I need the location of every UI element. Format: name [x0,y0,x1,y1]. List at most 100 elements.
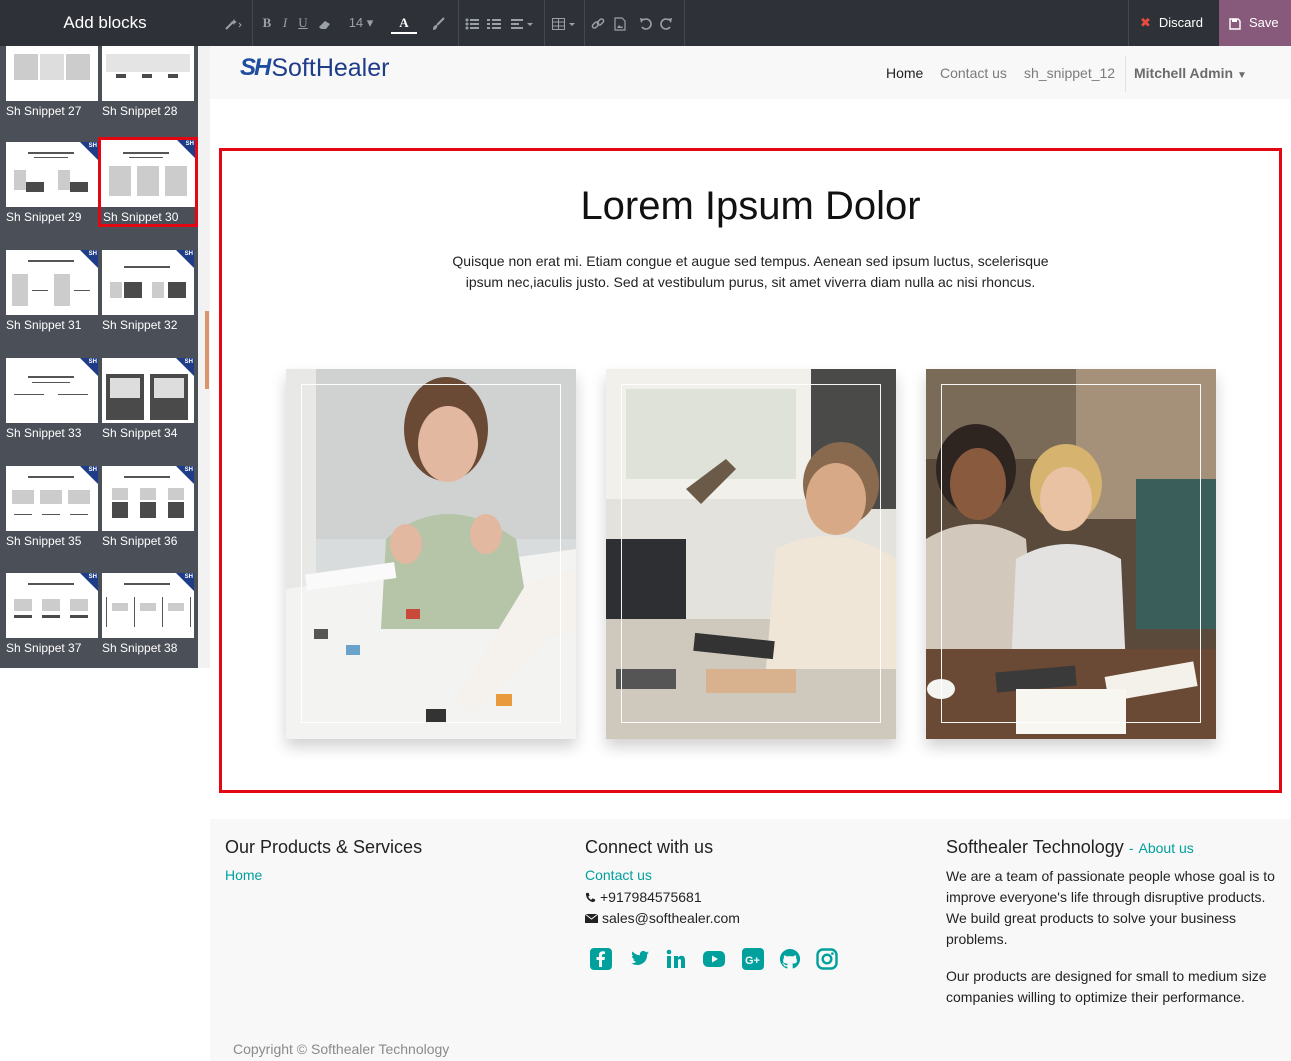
snippet-34[interactable]: SH Sh Snippet 34 [102,358,194,440]
numbered-list-icon[interactable] [486,12,502,34]
snippet-28[interactable]: Sh Snippet 28 [102,46,194,118]
selected-snippet-section[interactable]: Lorem Ipsum Dolor Quisque non erat mi. E… [219,148,1282,793]
snippet-29[interactable]: SH Sh Snippet 29 [6,142,98,224]
footer-link-contact-us[interactable]: Contact us [585,867,652,883]
footer-about-paragraph-2: Our products are designed for small to m… [946,968,1267,1005]
snippet-thumbnail: SH [6,573,98,638]
snippet-thumbnail [6,46,98,101]
snippet-label: Sh Snippet 37 [6,641,82,655]
svg-text:G+: G+ [745,955,760,967]
footer-about-paragraph-1: We are a team of passionate people whose… [946,868,1275,947]
phone-icon [585,892,596,903]
google-plus-icon[interactable]: G+ [741,947,765,971]
snippet-list[interactable]: Sh Snippet 27 Sh Snippet 28 SH Sh Snippe… [0,46,210,668]
snippet-32[interactable]: SH Sh Snippet 32 [102,250,194,332]
snippet-label: Sh Snippet 34 [102,426,178,440]
softhealer-logo[interactable]: SH SoftHealer [240,54,389,82]
image-frame [301,384,561,723]
editor-toolbar: B I U 14 ▾ A ✖ Discard Save [210,0,1291,46]
team-image-card-3[interactable] [926,369,1216,739]
copyright-text: Copyright © Softhealer Technology [233,1041,450,1057]
footer-phone: +917984575681 [585,887,702,908]
snippet-thumbnail: SH [6,250,98,315]
footer-heading-products: Our Products & Services [225,837,423,857]
snippet-label: Sh Snippet 36 [102,534,178,548]
snippet-37[interactable]: SH Sh Snippet 37 [6,573,98,655]
snippet-label: Sh Snippet 31 [6,318,82,332]
nav-link-contact-us[interactable]: Contact us [940,65,1007,81]
bullet-list-icon[interactable] [464,12,480,34]
snippet-label: Sh Snippet 30 [103,210,179,224]
footer-link-about-us[interactable]: About us [1139,840,1194,856]
snippet-label: Sh Snippet 27 [6,104,82,118]
youtube-icon[interactable] [702,947,726,971]
snippet-36[interactable]: SH Sh Snippet 36 [102,466,194,548]
paintbrush-icon[interactable] [428,12,448,34]
close-icon: ✖ [1140,15,1151,30]
italic-icon[interactable]: I [278,12,292,34]
snippet-35[interactable]: SH Sh Snippet 35 [6,466,98,548]
snippet-38[interactable]: SH Sh Snippet 38 [102,573,194,655]
snippet-thumbnail: SH [6,358,98,423]
redo-icon[interactable] [658,12,674,34]
snippet-label: Sh Snippet 33 [6,426,82,440]
github-icon[interactable] [778,947,802,971]
discard-button[interactable]: ✖ Discard [1128,0,1219,46]
snippet-thumbnail: SH [6,142,98,207]
team-image-card-1[interactable] [286,369,576,739]
section-description: Quisque non erat mi. Etiam congue et aug… [452,253,1049,290]
panel-title: Add blocks [0,0,210,46]
footer-email: sales@softhealer.com [584,908,740,929]
instagram-icon[interactable] [815,947,839,971]
nav-link-home[interactable]: Home [886,65,923,81]
snippet-label: Sh Snippet 28 [102,104,178,118]
caret-down-icon: ▼ [1236,70,1247,81]
facebook-icon[interactable] [589,947,613,971]
site-footer: Our Products & Services Home Connect wit… [210,819,1291,1061]
website-preview: SH SoftHealer Home Contact us sh_snippet_… [210,46,1291,1061]
snippet-label: Sh Snippet 32 [102,318,178,332]
table-dropdown-icon[interactable] [550,12,578,34]
font-size-dropdown[interactable]: 14 ▾ [344,12,378,34]
section-title: Lorem Ipsum Dolor [580,184,921,228]
snippet-label: Sh Snippet 29 [6,210,82,224]
scrollbar-thumb[interactable] [205,311,209,389]
snippet-label: Sh Snippet 35 [6,534,82,548]
snippet-33[interactable]: SH Sh Snippet 33 [6,358,98,440]
image-frame [621,384,881,723]
snippet-thumbnail [102,46,194,101]
image-frame [941,384,1201,723]
envelope-icon [584,913,599,923]
nav-divider [1125,56,1126,92]
magic-wand-icon[interactable] [220,12,246,34]
linkedin-icon[interactable] [664,947,688,971]
snippet-27[interactable]: Sh Snippet 27 [6,46,98,118]
font-color-icon[interactable]: A [391,12,417,34]
align-dropdown-icon[interactable] [508,12,536,34]
floppy-disk-icon [1229,17,1241,30]
snippet-31[interactable]: SH Sh Snippet 31 [6,250,98,332]
bold-icon[interactable]: B [260,12,274,34]
nav-link-sh-snippet-12[interactable]: sh_snippet_12 [1024,65,1115,81]
underline-icon[interactable]: U [296,12,310,34]
snippet-thumbnail: SH [102,250,194,315]
snippet-thumbnail: SH [102,358,194,423]
link-icon[interactable] [590,12,606,34]
footer-link-home[interactable]: Home [225,867,262,883]
save-button[interactable]: Save [1219,0,1291,46]
snippet-30[interactable]: SH Sh Snippet 30 [98,137,198,227]
team-image-card-2[interactable] [606,369,896,739]
footer-heading-connect: Connect with us [585,837,714,857]
user-menu[interactable]: Mitchell Admin ▼ [1134,65,1247,81]
snippet-thumbnail: SH [101,140,195,207]
snippet-thumbnail: SH [6,466,98,531]
add-blocks-panel: Add blocks Sh Snippet 27 Sh Snippet 28 S… [0,0,210,1061]
snippet-thumbnail: SH [102,466,194,531]
footer-heading-company: Softhealer Technology - About us [946,837,1194,857]
snippet-thumbnail: SH [102,573,194,638]
snippet-label: Sh Snippet 38 [102,641,178,655]
eraser-icon[interactable] [316,12,334,34]
undo-icon[interactable] [638,12,654,34]
image-file-icon[interactable] [612,12,628,34]
twitter-icon[interactable] [627,947,651,971]
